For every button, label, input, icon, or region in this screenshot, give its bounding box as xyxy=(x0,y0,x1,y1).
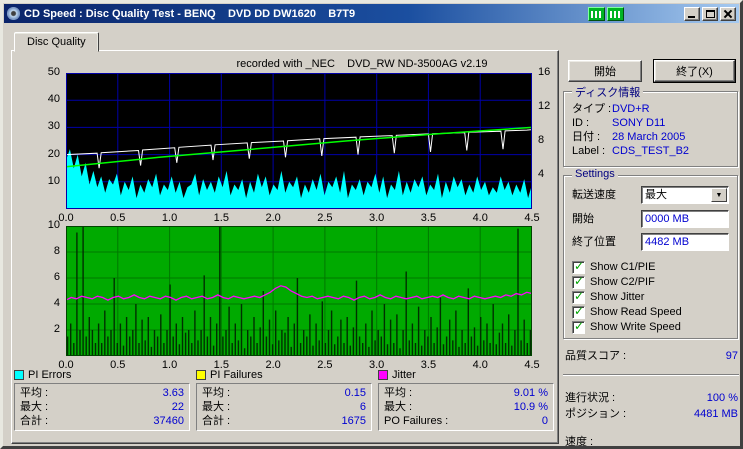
transfer-speed-label: 転送速度 xyxy=(572,189,616,201)
stat-row: 平均 :9.01 % xyxy=(384,387,548,399)
axis-tick: 40 xyxy=(47,93,60,106)
stat-row: 平均 :0.15 xyxy=(202,387,366,399)
axis-tick: 0.5 xyxy=(110,212,126,224)
separator xyxy=(563,374,739,376)
quality-score-row: 品質スコア : 97 xyxy=(565,349,738,363)
disc-id-row: ID : SONY D11 xyxy=(572,117,666,129)
stat-row: 平均 :3.63 xyxy=(20,387,184,399)
legend-title: PI Errors xyxy=(28,369,72,381)
pi-failures-stats-box: 平均 :0.15 最大 :6 合計 :1675 xyxy=(196,383,372,431)
quality-score-value: 97 xyxy=(725,350,738,362)
axis-tick: 4 xyxy=(53,297,60,309)
maximize-icon xyxy=(706,9,715,18)
titlebar[interactable]: CD Speed : Disc Quality Test - BENQ DVD … xyxy=(4,4,739,23)
axis-tick: 50 xyxy=(47,66,60,78)
axis-tick: 30 xyxy=(47,120,60,133)
axis-tick: 3.5 xyxy=(420,212,437,224)
stat-row: 合計 :37460 xyxy=(20,415,184,427)
window-title: CD Speed : Disc Quality Test - BENQ DVD … xyxy=(24,7,356,20)
legend-jitter: Jitter 平均 :9.01 % 最大 :10.9 % PO Failures… xyxy=(378,369,554,431)
stat-row: 最大 :22 xyxy=(20,401,184,413)
axis-tick: 1.0 xyxy=(161,212,178,224)
stat-row: 最大 :6 xyxy=(202,401,366,413)
disc-label-row: Label : CDS_TEST_B2 xyxy=(572,145,690,157)
start-button[interactable]: 開始 xyxy=(568,60,642,82)
pi-failures-jitter-chart: 10 8 6 4 2 0.0 0.5 1.0 1.5 2.0 2.5 3.0 3.5 4.0 4.5 xyxy=(48,219,540,371)
checkbox-show-c1-pie[interactable]: ✓ Show C1/PIE xyxy=(572,258,655,274)
position-value: 4481 MB xyxy=(693,408,738,420)
tab-page: recorded with _NEC DVD_RW ND-3500AG v2.1… xyxy=(11,50,559,444)
axis-tick: 4.0 xyxy=(472,212,488,224)
pi-errors-stats-box: 平均 :3.63 最大 :22 合計 :37460 xyxy=(14,383,190,431)
minimize-button[interactable] xyxy=(684,6,700,21)
checkbox-show-read-speed[interactable]: ✓ Show Read Speed xyxy=(572,303,682,319)
settings-title: Settings xyxy=(572,168,618,180)
minimize-icon xyxy=(688,15,695,18)
checkbox-show-jitter[interactable]: ✓ Show Jitter xyxy=(572,288,644,304)
axis-tick: 20 xyxy=(47,147,60,160)
transfer-speed-select[interactable]: 最大 ▼ xyxy=(641,186,729,204)
chevron-down-icon[interactable]: ▼ xyxy=(711,188,727,202)
app-icon xyxy=(7,7,20,20)
checkbox-icon: ✓ xyxy=(572,288,585,304)
titlebar-disc-icon-button[interactable] xyxy=(607,6,624,21)
recorded-with-text: recorded with _NEC DVD_RW ND-3500AG v2.1… xyxy=(236,58,488,70)
axis-tick: 2.5 xyxy=(317,212,333,224)
position-label: ポジション : xyxy=(565,408,627,420)
start-position-input[interactable]: 0000 MB xyxy=(641,210,729,228)
checkbox-icon: ✓ xyxy=(572,258,585,274)
settings-group: Settings 転送速度 最大 ▼ 開始 0000 MB 終了位置 4482 … xyxy=(563,168,738,339)
axis-tick: 1.5 xyxy=(213,212,229,224)
position-row: ポジション : 4481 MB xyxy=(565,407,738,421)
end-position-input[interactable]: 4482 MB xyxy=(641,233,729,251)
titlebar-graph-icon-button[interactable] xyxy=(588,6,605,21)
disc-type-row: タイプ : DVD+R xyxy=(572,103,650,115)
app-window: CD Speed : Disc Quality Test - BENQ DVD … xyxy=(0,0,743,449)
close-button[interactable] xyxy=(720,6,736,21)
axis-tick: 3.0 xyxy=(369,212,385,224)
axis-tick: 4.5 xyxy=(524,212,540,224)
checkbox-icon: ✓ xyxy=(572,273,585,289)
checkbox-icon: ✓ xyxy=(572,303,585,319)
speed-row: 速度 : xyxy=(565,435,738,448)
progress-value: 100 % xyxy=(706,392,738,404)
disc-info-group: ディスク情報 タイプ : DVD+R ID : SONY D11 日付 :28 Ma… xyxy=(563,84,738,167)
speed-label: 速度 : xyxy=(565,436,594,448)
exit-button[interactable]: 終了(X) xyxy=(653,59,736,83)
axis-tick: 16 xyxy=(538,66,551,78)
pi-failures-swatch-icon xyxy=(196,370,206,380)
axis-tick: 2.0 xyxy=(265,212,281,224)
progress-label: 進行状況 : xyxy=(565,392,616,404)
jitter-swatch-icon xyxy=(378,370,388,380)
disc-info-title: ディスク情報 xyxy=(572,84,644,100)
disc-date-row: 日付 :28 March 2005 xyxy=(572,131,686,143)
axis-tick: 2 xyxy=(53,323,60,335)
start-position-label: 開始 xyxy=(572,213,594,225)
axis-tick: 6 xyxy=(53,271,60,283)
axis-tick: 12 xyxy=(538,100,551,112)
axis-tick: 8 xyxy=(53,245,60,257)
stat-row: 合計 :1675 xyxy=(202,415,366,427)
maximize-button[interactable] xyxy=(702,6,718,21)
legend-title: PI Failures xyxy=(210,369,263,381)
legend-pi-errors: PI Errors 平均 :3.63 最大 :22 合計 :37460 xyxy=(14,369,190,431)
progress-row: 進行状況 : 100 % xyxy=(565,391,738,405)
stat-row: 最大 :10.9 % xyxy=(384,401,548,413)
axis-tick: 8 xyxy=(538,134,545,146)
legend-pi-failures: PI Failures 平均 :0.15 最大 :6 合計 :1675 xyxy=(196,369,372,431)
axis-tick: 4 xyxy=(538,168,545,180)
pi-errors-chart: 50 40 30 20 10 16 12 8 4 0.0 0.5 1.0 1.5 2.0 2.5 3.0 3.5… xyxy=(48,66,551,224)
jitter-stats-box: 平均 :9.01 % 最大 :10.9 % PO Failures :0 xyxy=(378,383,554,431)
pi-errors-swatch-icon xyxy=(14,370,24,380)
end-position-label: 終了位置 xyxy=(572,236,616,248)
stat-row: PO Failures :0 xyxy=(384,415,548,427)
checkbox-icon: ✓ xyxy=(572,318,585,334)
axis-tick: 10 xyxy=(47,174,60,187)
axis-tick: 10 xyxy=(47,219,60,231)
quality-score-label: 品質スコア : xyxy=(565,350,627,362)
checkbox-show-write-speed[interactable]: ✓ Show Write Speed xyxy=(572,318,681,334)
checkbox-show-c2-pif[interactable]: ✓ Show C2/PIF xyxy=(572,273,655,289)
legend-title: Jitter xyxy=(392,369,416,381)
tab-disc-quality[interactable]: Disc Quality xyxy=(14,32,99,52)
